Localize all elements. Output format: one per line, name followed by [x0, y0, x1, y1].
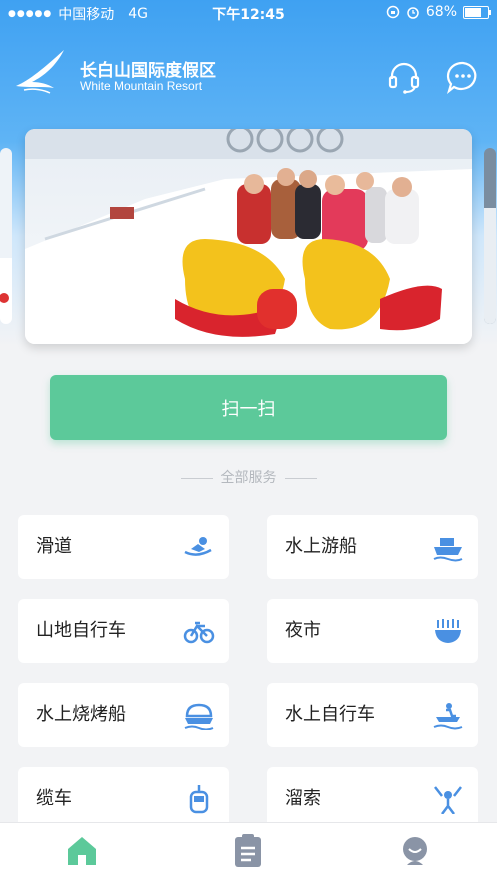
service-card-bbq-boat[interactable]: 水上烧烤船: [18, 683, 229, 747]
customer-service-headset-icon[interactable]: [387, 60, 421, 94]
eagle-logo-icon: [16, 50, 64, 94]
service-card-slide[interactable]: 滑道: [18, 515, 229, 579]
alarm-icon: [407, 7, 419, 19]
service-label: 水上自行车: [285, 704, 375, 725]
battery-icon: [463, 5, 491, 19]
service-card-water-cruise[interactable]: 水上游船: [267, 515, 478, 579]
banner-carousel-image[interactable]: [25, 129, 472, 344]
service-card-night-market[interactable]: 夜市: [267, 599, 478, 663]
service-label: 山地自行车: [36, 620, 126, 641]
clipboard-icon[interactable]: [228, 831, 268, 871]
bottom-tab-bar: [0, 822, 497, 884]
carousel-next-peek[interactable]: [484, 148, 496, 324]
rotation-lock-icon: [386, 5, 400, 19]
food-bowl-icon: [435, 619, 461, 643]
bicycle-icon: [183, 621, 215, 644]
cable-car-icon: [189, 785, 209, 814]
divider-line-right: [284, 477, 317, 479]
user-icon[interactable]: [395, 831, 435, 871]
scan-button[interactable]: 扫一扫: [50, 375, 447, 440]
slide-icon: [184, 537, 212, 556]
service-label: 滑道: [36, 536, 72, 557]
divider-line-left: [180, 477, 213, 479]
app-header: 长白山国际度假区 White Mountain Resort: [0, 40, 497, 110]
zipline-icon: [434, 786, 462, 814]
service-card-mountain-bike[interactable]: 山地自行车: [18, 599, 229, 663]
brand-name-cn: 长白山国际度假区: [80, 61, 216, 81]
carousel-prev-peek[interactable]: [0, 148, 12, 324]
battery-percent: 68%: [425, 4, 457, 20]
service-label: 夜市: [285, 620, 321, 641]
service-label: 水上烧烤船: [36, 704, 126, 725]
water-bike-icon: [433, 703, 463, 730]
home-icon[interactable]: [62, 831, 102, 871]
chat-bubble-icon[interactable]: [446, 60, 480, 94]
section-divider: 全部服务: [0, 467, 497, 487]
bbq-boat-icon: [184, 703, 214, 730]
boat-icon: [433, 538, 463, 562]
section-title: 全部服务: [220, 470, 277, 486]
brand-name-en: White Mountain Resort: [80, 79, 203, 93]
status-bar: ●●●●● 中国移动 4G 下午12:45 68%: [0, 0, 497, 26]
service-card-water-bike[interactable]: 水上自行车: [267, 683, 478, 747]
service-label: 水上游船: [285, 536, 357, 557]
